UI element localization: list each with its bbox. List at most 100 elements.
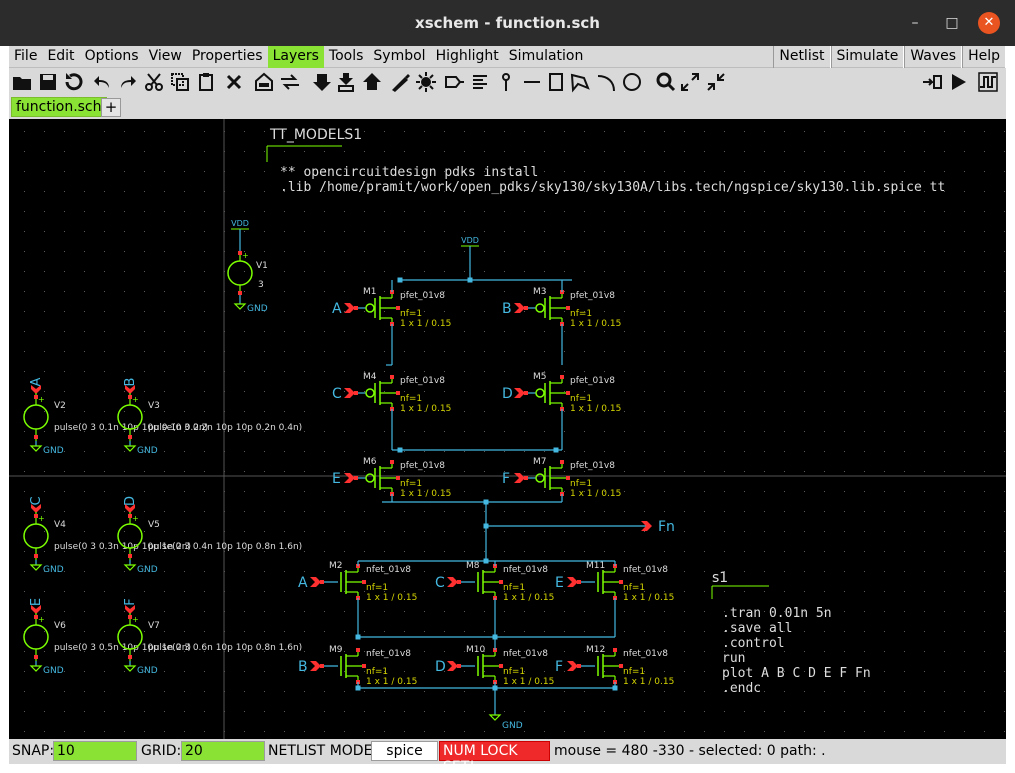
place-pin-icon[interactable]: [443, 71, 465, 93]
grid-dot: [844, 371, 845, 372]
netlist-mode-select[interactable]: spice: [371, 741, 438, 761]
simulate-button[interactable]: Simulate: [830, 46, 905, 68]
netlist-button[interactable]: Netlist: [773, 46, 831, 68]
netlabel-icon[interactable]: [469, 71, 491, 93]
netlist-icon[interactable]: [921, 71, 943, 93]
grid-dot: [644, 231, 645, 232]
menu-highlight[interactable]: Highlight: [431, 46, 504, 68]
grid-dot: [284, 731, 285, 732]
grid-dot: [384, 491, 385, 492]
minimize-button[interactable]: –: [904, 12, 926, 34]
draw-wire-icon[interactable]: [389, 71, 411, 93]
zoom-in-icon[interactable]: [679, 71, 701, 93]
pin-marker: [524, 476, 528, 480]
place-label-icon[interactable]: [495, 71, 517, 93]
schematic-drawing[interactable]: VDD+V13GNDA+V2pulse(0 3 0.1n 10p 10p 0.1…: [9, 119, 1006, 739]
grid-dot: [564, 451, 565, 452]
grid-dot: [424, 311, 425, 312]
draw-line-icon[interactable]: [521, 71, 543, 93]
grid-dot: [64, 631, 65, 632]
menu-tools[interactable]: Tools: [324, 46, 369, 68]
net-junction: [397, 447, 403, 453]
menu-edit[interactable]: Edit: [42, 46, 79, 68]
grid-dot: [744, 251, 745, 252]
undo-icon[interactable]: [91, 71, 113, 93]
push-down-icon[interactable]: [311, 71, 333, 93]
menu-view[interactable]: View: [144, 46, 187, 68]
make-symbol-icon[interactable]: [335, 71, 357, 93]
grid-input[interactable]: 20: [181, 741, 265, 761]
grid-dot: [744, 731, 745, 732]
grid-dot: [864, 431, 865, 432]
grid-dot: [44, 631, 45, 632]
redo-icon[interactable]: [117, 71, 139, 93]
mos-model: pfet_01v8: [400, 461, 445, 471]
waves-button[interactable]: Waves: [904, 46, 963, 68]
open-folder-icon[interactable]: [11, 71, 33, 93]
paste-icon[interactable]: [195, 71, 217, 93]
grid-dot: [624, 151, 625, 152]
menu-simulation[interactable]: Simulation: [504, 46, 589, 68]
grid-dot: [764, 651, 765, 652]
grid-dot: [724, 391, 725, 392]
draw-arc-icon[interactable]: [595, 71, 617, 93]
grid-dot: [924, 231, 925, 232]
menu-symbol[interactable]: Symbol: [368, 46, 430, 68]
grid-dot: [344, 471, 345, 472]
grid-dot: [544, 251, 545, 252]
waves-icon[interactable]: [977, 71, 999, 93]
grid-dot: [184, 611, 185, 612]
zoom-out-icon[interactable]: [705, 71, 727, 93]
tab-function-sch[interactable]: function.sch: [11, 97, 107, 117]
grid-dot: [24, 651, 25, 652]
grid-dot: [804, 591, 805, 592]
grid-dot: [784, 251, 785, 252]
grid-dot: [284, 511, 285, 512]
input-arrow: [567, 577, 578, 587]
draw-circle-icon[interactable]: [621, 71, 643, 93]
delete-icon[interactable]: [223, 71, 245, 93]
pop-up-icon[interactable]: [361, 71, 383, 93]
grid-dot: [24, 511, 25, 512]
reload-icon[interactable]: [63, 71, 85, 93]
grid-dot: [904, 571, 905, 572]
menu-file[interactable]: File: [9, 46, 42, 68]
grid-dot: [784, 231, 785, 232]
add-tab-button[interactable]: +: [101, 98, 121, 117]
menu-properties[interactable]: Properties: [187, 46, 268, 68]
copy-icon[interactable]: [169, 71, 191, 93]
save-icon[interactable]: [37, 71, 59, 93]
snap-input[interactable]: 10: [53, 741, 137, 761]
help-button[interactable]: Help: [962, 46, 1006, 68]
pmos-bubble: [535, 473, 545, 483]
menu-layers[interactable]: Layers: [267, 46, 324, 68]
grid-dot: [244, 311, 245, 312]
schematic-canvas[interactable]: VDD + V1 3 GND A + V2 pulse(0 3 0.1n 10p 10p 0.1…: [9, 119, 1006, 739]
place-symbol-icon[interactable]: [253, 71, 275, 93]
grid-dot: [44, 351, 45, 352]
grid-dot: [644, 691, 645, 692]
move-icon[interactable]: [279, 71, 301, 93]
grid-dot: [924, 471, 925, 472]
grid-dot: [124, 391, 125, 392]
grid-dot: [464, 311, 465, 312]
grid-dot: [864, 611, 865, 612]
grid-dot: [724, 551, 725, 552]
draw-polygon-icon[interactable]: [569, 71, 591, 93]
grid-dot: [264, 271, 265, 272]
grid-dot: [464, 271, 465, 272]
highlight-net-icon[interactable]: [415, 71, 437, 93]
grid-dot: [104, 611, 105, 612]
mos-nf: nf=1: [570, 394, 592, 404]
grid-dot: [244, 171, 245, 172]
menu-options[interactable]: Options: [80, 46, 144, 68]
grid-dot: [204, 671, 205, 672]
grid-dot: [384, 511, 385, 512]
draw-rect-icon[interactable]: [545, 71, 567, 93]
maximize-button[interactable]: □: [941, 12, 963, 34]
simulate-icon[interactable]: [947, 71, 969, 93]
cut-icon[interactable]: [143, 71, 165, 93]
close-button[interactable]: ✕: [978, 12, 1000, 34]
zoom-icon[interactable]: [655, 71, 677, 93]
grid-dot: [764, 231, 765, 232]
